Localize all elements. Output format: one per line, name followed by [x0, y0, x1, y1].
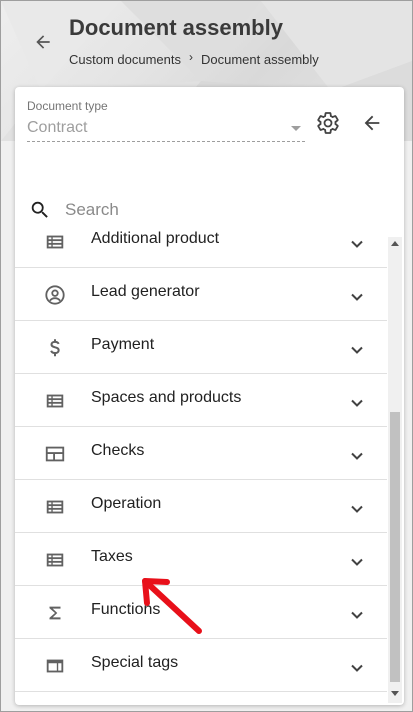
section-label: Taxes: [91, 548, 133, 565]
document-type-value: Contract: [27, 119, 88, 136]
chevron-down-icon[interactable]: [348, 394, 366, 412]
document-type-select[interactable]: Contract: [27, 117, 305, 142]
table-rows-icon: [43, 389, 67, 413]
scrollbar-thumb[interactable]: [390, 412, 400, 682]
sections-panel: Document type Contract Search Additional…: [15, 87, 404, 705]
section-label: Special tags: [91, 654, 179, 671]
breadcrumb-item-custom-documents[interactable]: Custom documents: [69, 52, 181, 67]
web-layout-icon: [43, 442, 67, 466]
chevron-down-icon[interactable]: [348, 447, 366, 465]
chevron-down-icon[interactable]: [348, 235, 366, 253]
app-window: Document assembly Custom documents › Doc…: [0, 0, 413, 712]
dollar-icon: [43, 336, 67, 360]
table-rows-icon: [43, 495, 67, 519]
chevron-down-icon[interactable]: [348, 659, 366, 677]
arrow-back-icon: [364, 115, 380, 131]
search-input[interactable]: [63, 199, 347, 221]
breadcrumb-item-document-assembly: Document assembly: [201, 52, 319, 67]
account-circle-icon: [43, 283, 67, 307]
table-rows-icon: [43, 548, 67, 572]
section-label: Spaces and products: [91, 389, 242, 406]
section-label: Payment: [91, 336, 155, 353]
sigma-icon: [43, 601, 67, 625]
section-item-checks[interactable]: Checks: [15, 427, 387, 480]
sections-list: Additional product Lead generator Paymen…: [15, 227, 387, 705]
section-label: Lead generator: [91, 283, 200, 300]
section-label: Checks: [91, 442, 145, 459]
section-item-payment[interactable]: Payment: [15, 321, 387, 374]
back-button[interactable]: [29, 28, 57, 56]
settings-button[interactable]: [314, 109, 342, 137]
section-item-taxes[interactable]: Taxes: [15, 533, 387, 586]
section-label: Additional product: [91, 230, 220, 247]
section-item-additional-product[interactable]: Additional product: [15, 227, 387, 268]
section-item-spaces-and-products[interactable]: Spaces and products: [15, 374, 387, 427]
table-rows-icon: [43, 230, 67, 254]
web-asset-icon: [43, 654, 67, 678]
page-title: Document assembly: [69, 15, 283, 40]
chevron-down-icon[interactable]: [348, 500, 366, 518]
breadcrumb: Custom documents › Document assembly: [69, 49, 319, 68]
breadcrumb-separator: ›: [189, 49, 193, 64]
chevron-down-icon[interactable]: [348, 288, 366, 306]
section-label: Functions: [91, 601, 161, 618]
collapse-panel-button[interactable]: [358, 109, 386, 137]
arrow-back-icon: [36, 35, 50, 49]
search-bar: [29, 195, 379, 225]
chevron-down-icon[interactable]: [348, 553, 366, 571]
chevron-down-icon[interactable]: [348, 606, 366, 624]
chevron-down-icon[interactable]: [348, 341, 366, 359]
document-type-field: Document type Contract: [27, 99, 305, 142]
dropdown-caret-icon: [291, 126, 301, 131]
scrollbar[interactable]: [388, 237, 402, 703]
gear-icon: [317, 112, 339, 134]
section-item-special-tags[interactable]: Special tags: [15, 639, 387, 692]
scroll-down-arrow-icon[interactable]: [391, 691, 399, 696]
section-item-operation[interactable]: Operation: [15, 480, 387, 533]
section-item-lead-generator[interactable]: Lead generator: [15, 268, 387, 321]
section-item-functions[interactable]: Functions: [15, 586, 387, 639]
scroll-up-arrow-icon[interactable]: [391, 241, 399, 246]
section-label: Operation: [91, 495, 162, 512]
document-type-label: Document type: [27, 99, 108, 113]
search-icon: [31, 201, 48, 218]
